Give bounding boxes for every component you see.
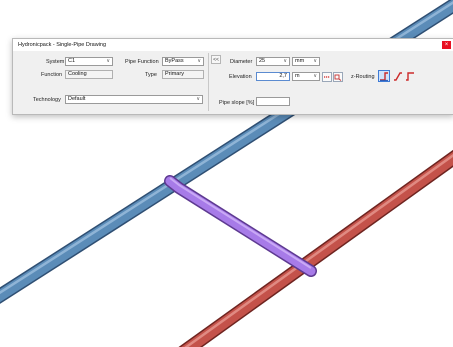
- z-routing-label: z-Routing: [351, 74, 375, 80]
- elevation-label: Elevation: [229, 74, 252, 80]
- function-field: Cooling: [65, 70, 113, 79]
- technology-value: Default: [68, 96, 86, 102]
- close-icon: ×: [444, 42, 449, 48]
- z-routing-step-button[interactable]: [404, 70, 415, 82]
- panel-divider: [208, 53, 209, 111]
- diameter-select[interactable]: 25: [256, 57, 290, 66]
- red-pipe-highlight: [184, 153, 453, 347]
- elevation-unit: m: [295, 73, 300, 79]
- pick-elevation-button[interactable]: [322, 72, 332, 82]
- type-field: Primary: [162, 70, 204, 79]
- route-vertical-icon: [380, 72, 388, 81]
- function-label: Function: [41, 72, 63, 78]
- diameter-unit-select[interactable]: mm: [292, 57, 320, 66]
- system-select[interactable]: C1: [65, 57, 113, 66]
- type-label: Type: [145, 72, 157, 78]
- pick-elevation-icon: [324, 76, 330, 78]
- bypass-pipe-body: [165, 176, 316, 276]
- single-pipe-drawing-dialog: Hydronicpack - Single-Pipe Drawing × Sys…: [12, 38, 453, 115]
- close-button[interactable]: ×: [442, 41, 451, 49]
- dialog-title: Hydronicpack - Single-Pipe Drawing: [18, 42, 107, 48]
- system-label: System: [46, 59, 65, 65]
- function-value: Cooling: [68, 71, 87, 77]
- diameter-label: Diameter: [230, 59, 253, 65]
- collapse-icon: <<: [213, 57, 219, 63]
- route-step-icon: [406, 72, 414, 81]
- bypass-pipe-highlight: [169, 177, 312, 269]
- pipe-slope-label: Pipe slope [%]: [219, 100, 255, 106]
- elevation-input[interactable]: 2,7: [256, 72, 290, 81]
- pipe-function-value: ByPass: [165, 58, 184, 64]
- diameter-value: 25: [259, 58, 266, 64]
- diameter-unit: mm: [295, 58, 305, 64]
- pipe-function-select[interactable]: ByPass: [162, 57, 204, 66]
- dialog-titlebar[interactable]: Hydronicpack - Single-Pipe Drawing ×: [13, 39, 453, 51]
- type-value: Primary: [165, 71, 184, 77]
- technology-label: Technology: [33, 97, 61, 103]
- technology-select[interactable]: Default: [65, 95, 203, 104]
- system-value: C1: [68, 58, 76, 64]
- pipe-slope-input[interactable]: [256, 97, 290, 106]
- pipe-function-label: Pipe Function: [125, 59, 159, 65]
- red-pipe[interactable]: [178, 149, 453, 347]
- z-routing-vertical-button[interactable]: [378, 70, 390, 82]
- measure-icon: [334, 74, 342, 81]
- elevation-unit-select[interactable]: m: [292, 72, 320, 81]
- elevation-value: 2,7: [279, 73, 287, 79]
- route-diagonal-icon: [394, 72, 402, 81]
- collapse-button[interactable]: <<: [211, 55, 221, 64]
- z-routing-diagonal-button[interactable]: [392, 70, 403, 82]
- measure-button[interactable]: [333, 72, 343, 82]
